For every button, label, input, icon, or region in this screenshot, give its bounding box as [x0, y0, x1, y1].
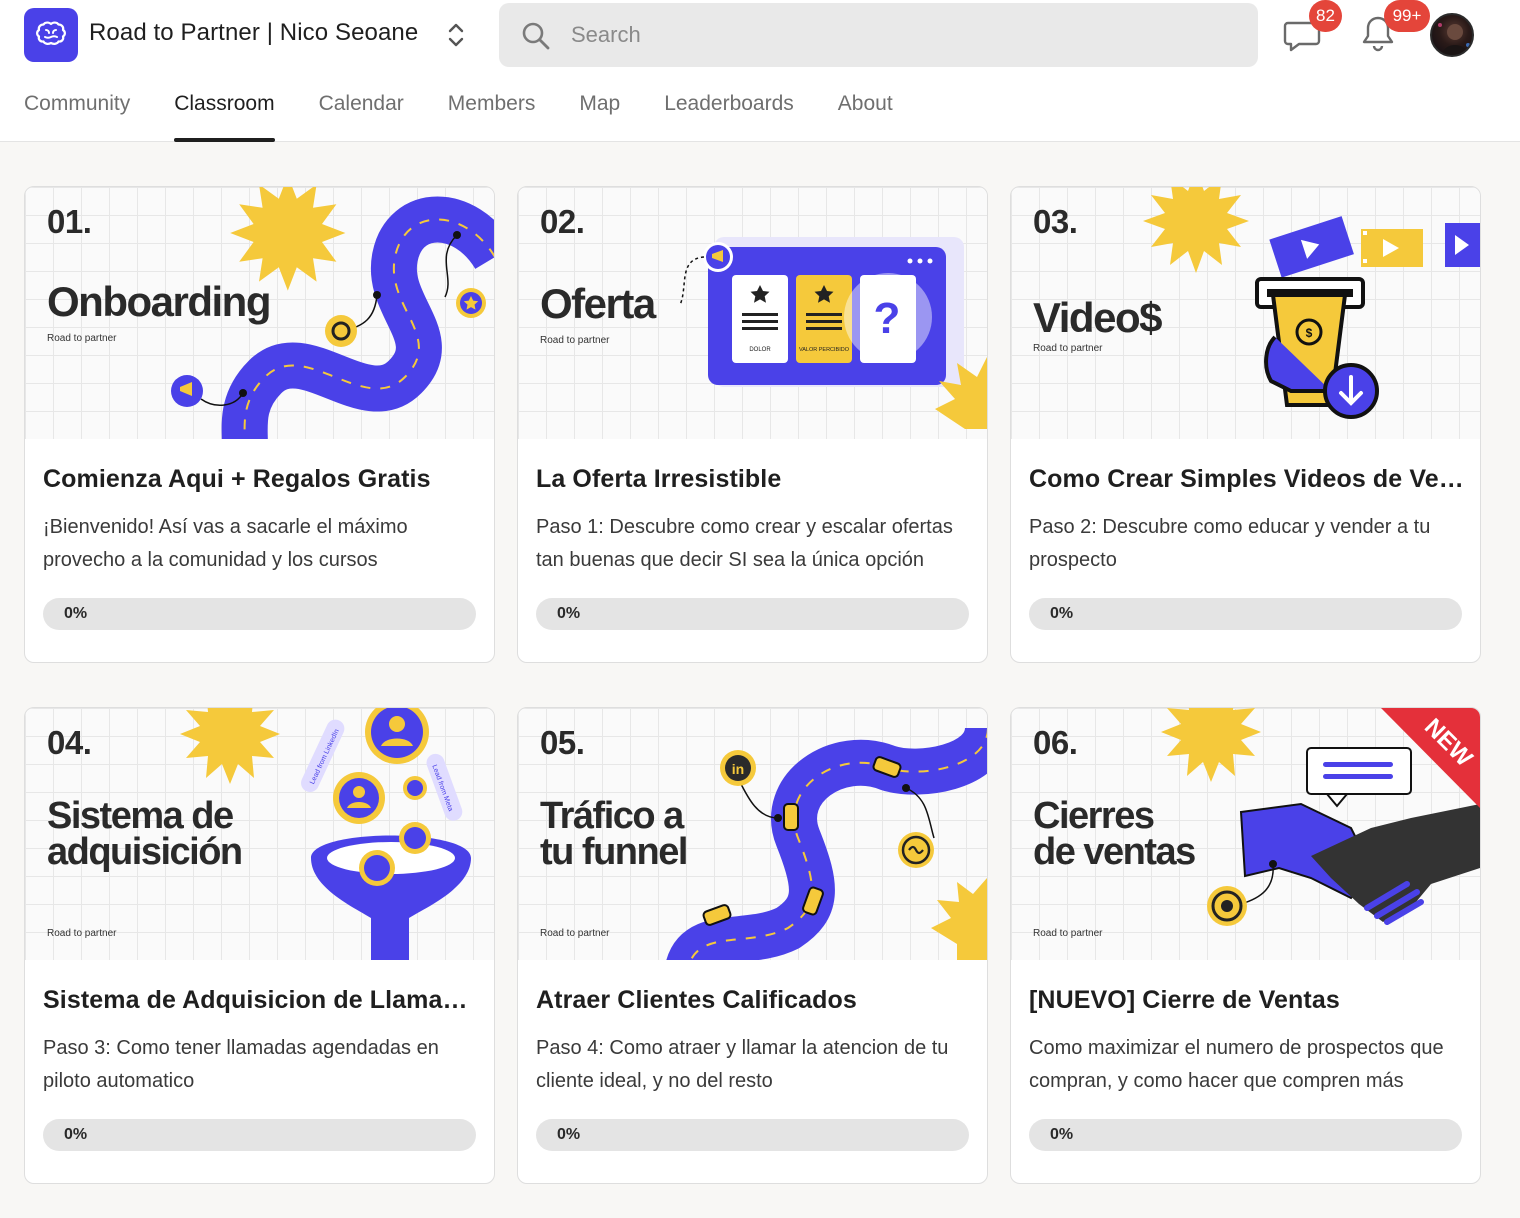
progress-label: 0% [557, 1126, 581, 1143]
course-card[interactable]: Lead from LinkedIn Lead from Meta 04. Si… [24, 707, 495, 1184]
thumb-subtitle: Road to partner [1033, 928, 1103, 939]
course-description: Paso 4: Como atraer y llamar la atencion… [536, 1037, 949, 1092]
progress-label: 0% [64, 1126, 88, 1143]
thumb-subtitle: Road to partner [540, 928, 610, 939]
thumb-number: 02. [540, 203, 585, 240]
thumb-subtitle: Road to partner [47, 333, 117, 344]
thumb-label-valor: VALOR PERCIBIDO [799, 347, 850, 353]
thumb-subtitle: Road to partner [1033, 343, 1103, 354]
brain-icon [36, 21, 66, 45]
course-title: [NUEVO] Cierre de Ventas [1029, 986, 1340, 1014]
tab-members[interactable]: Members [448, 86, 536, 142]
course-thumbnail: 01. Onboarding Road to partner [25, 187, 494, 439]
course-card[interactable]: in 05. Tráfico a tu funnel Road to partn… [517, 707, 988, 1184]
progress-bar: 0% [1029, 1119, 1462, 1151]
search-bar[interactable] [499, 3, 1258, 67]
tab-map[interactable]: Map [579, 86, 620, 142]
chat-badge: 82 [1309, 0, 1342, 32]
progress-label: 0% [64, 605, 88, 622]
course-thumbnail: Lead from LinkedIn Lead from Meta 04. Si… [25, 708, 494, 960]
course-thumbnail: NEW 06. Cierres de ventas Road to partne… [1011, 708, 1480, 960]
thumb-number: 06. [1033, 724, 1078, 761]
progress-bar: 0% [1029, 598, 1462, 630]
svg-text:?: ? [874, 294, 901, 343]
tab-calendar[interactable]: Calendar [319, 86, 404, 142]
svg-text:in: in [732, 761, 744, 777]
notifications-badge: 99+ [1384, 0, 1430, 32]
nav-tabs: Community Classroom Calendar Members Map… [24, 86, 893, 142]
course-title: Sistema de Adquisicion de Llamadas [43, 986, 479, 1014]
thumb-subtitle: Road to partner [47, 928, 117, 939]
course-description: Paso 1: Descubre como crear y escalar of… [536, 516, 953, 571]
group-switcher-button[interactable] [440, 18, 472, 52]
thumb-title: Video$ [1033, 294, 1162, 341]
progress-bar: 0% [536, 1119, 969, 1151]
course-description: Paso 2: Descubre como educar y vender a … [1029, 516, 1431, 571]
course-card[interactable]: $ 03. Video$ Road to partner Como Crear … [1010, 186, 1481, 663]
group-logo[interactable] [24, 8, 78, 62]
course-title: Atraer Clientes Calificados [536, 986, 857, 1014]
tab-about[interactable]: About [838, 86, 893, 142]
course-card[interactable]: NEW 06. Cierres de ventas Road to partne… [1010, 707, 1481, 1184]
progress-label: 0% [557, 605, 581, 622]
course-description: Como maximizar el numero de prospectos q… [1029, 1037, 1444, 1092]
thumb-title: Oferta [540, 280, 656, 327]
thumb-label-dolor: DOLOR [749, 347, 771, 353]
course-grid: 01. Onboarding Road to partner Comienza … [24, 186, 1481, 1184]
thumb-title: Onboarding [47, 278, 271, 325]
search-icon [522, 22, 550, 50]
thumb-title: Sistema de adquisición [47, 795, 243, 873]
course-thumbnail: DOLOR VALOR PERCIBIDO ? 02. Oferta Road … [518, 187, 987, 439]
group-name[interactable]: Road to Partner | Nico Seoane [89, 19, 418, 47]
thumb-title: Cierres de ventas [1033, 795, 1196, 873]
course-card[interactable]: 01. Onboarding Road to partner Comienza … [24, 186, 495, 663]
chevron-up-down-icon [448, 23, 464, 47]
course-title: La Oferta Irresistible [536, 465, 782, 493]
tab-leaderboards[interactable]: Leaderboards [664, 86, 794, 142]
progress-label: 0% [1050, 1126, 1074, 1143]
course-card[interactable]: DOLOR VALOR PERCIBIDO ? 02. Oferta Road … [517, 186, 988, 663]
tab-community[interactable]: Community [24, 86, 130, 142]
progress-bar: 0% [43, 598, 476, 630]
thumb-title: Tráfico a tu funnel [540, 795, 688, 873]
progress-label: 0% [1050, 605, 1074, 622]
thumb-number: 01. [47, 203, 92, 240]
thumb-subtitle: Road to partner [540, 335, 610, 346]
avatar-image [1438, 23, 1470, 55]
thumb-number: 05. [540, 724, 585, 761]
top-bar: Road to Partner | Nico Seoane 82 99+ [0, 0, 1520, 142]
course-description: Paso 3: Como tener llamadas agendadas en… [43, 1037, 439, 1092]
thumb-number: 03. [1033, 203, 1078, 240]
course-thumbnail: in 05. Tráfico a tu funnel Road to partn… [518, 708, 987, 960]
progress-bar: 0% [43, 1119, 476, 1151]
svg-text:$: $ [1306, 326, 1313, 340]
tab-classroom[interactable]: Classroom [174, 86, 275, 142]
course-title: Como Crear Simples Videos de Ventas [1029, 465, 1465, 493]
progress-bar: 0% [536, 598, 969, 630]
course-thumbnail: $ 03. Video$ Road to partner [1011, 187, 1480, 439]
thumb-number: 04. [47, 724, 92, 761]
course-description: ¡Bienvenido! Así vas a sacarle el máximo… [43, 516, 408, 571]
course-title: Comienza Aqui + Regalos Gratis [43, 465, 431, 493]
search-input[interactable] [571, 3, 1231, 67]
user-avatar[interactable] [1430, 13, 1474, 57]
